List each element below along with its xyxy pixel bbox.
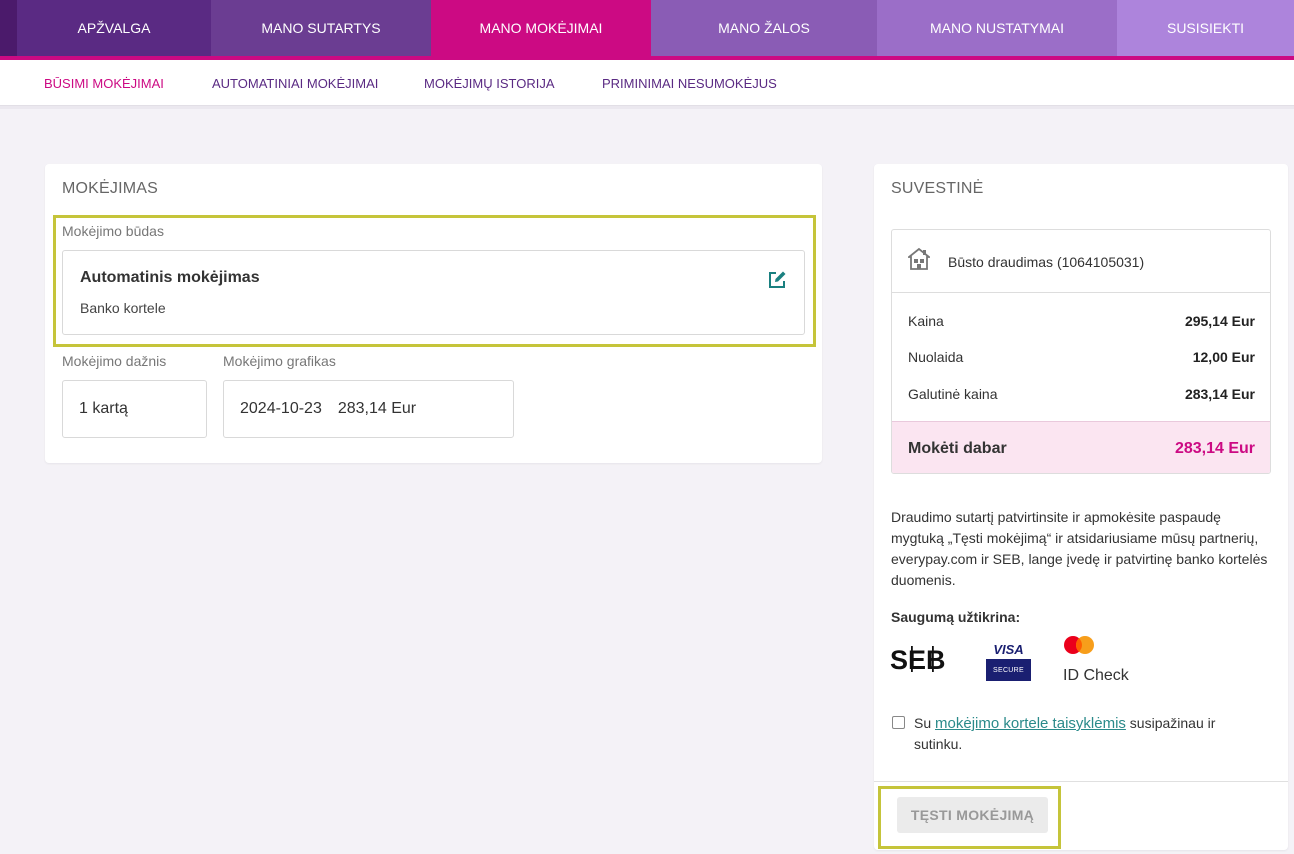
final-price-row: Galutinė kaina 283,14 Eur bbox=[908, 386, 1255, 402]
payment-method-box[interactable]: Automatinis mokėjimas Banko kortele bbox=[62, 250, 805, 335]
continue-payment-button[interactable]: TĘSTI MOKĖJIMĄ bbox=[897, 797, 1048, 833]
subtab-automatic-payments[interactable]: AUTOMATINIAI MOKĖJIMAI bbox=[212, 76, 378, 91]
final-price-label: Galutinė kaina bbox=[908, 386, 998, 402]
policy-name: Būsto draudimas (1064105031) bbox=[948, 254, 1145, 270]
nav-edge bbox=[0, 0, 17, 56]
pay-now-row: Mokėti dabar 283,14 Eur bbox=[892, 421, 1270, 473]
subtab-upcoming-payments[interactable]: BŪSIMI MOKĖJIMAI bbox=[44, 76, 164, 91]
sub-navigation: BŪSIMI MOKĖJIMAI AUTOMATINIAI MOKĖJIMAI … bbox=[0, 60, 1294, 106]
seb-logo: SEB bbox=[890, 645, 946, 674]
tab-my-payments[interactable]: MANO MOKĖJIMAI bbox=[431, 0, 651, 56]
method-label: Mokėjimo būdas bbox=[62, 223, 164, 239]
card-rules-link[interactable]: mokėjimo kortele taisyklėmis bbox=[935, 715, 1126, 732]
price-row: Kaina 295,14 Eur bbox=[908, 313, 1255, 329]
agree-prefix: Su bbox=[914, 715, 936, 731]
edit-icon[interactable] bbox=[766, 269, 788, 291]
price-label: Kaina bbox=[908, 313, 944, 329]
tab-overview[interactable]: APŽVALGA bbox=[17, 0, 211, 56]
tab-my-claims[interactable]: MANO ŽALOS bbox=[651, 0, 877, 56]
schedule-label: Mokėjimo grafikas bbox=[223, 353, 336, 369]
terms-checkbox[interactable] bbox=[892, 716, 905, 729]
discount-row: Nuolaida 12,00 Eur bbox=[908, 349, 1255, 365]
method-subtitle: Banko kortele bbox=[80, 300, 166, 316]
mastercard-icon bbox=[1064, 636, 1094, 654]
payment-info-text: Draudimo sutartį patvirtinsite ir apmokė… bbox=[891, 509, 1268, 588]
id-check-label: ID Check bbox=[1063, 667, 1129, 684]
subtab-payment-history[interactable]: MOKĖJIMŲ ISTORIJA bbox=[424, 76, 555, 91]
discount-label: Nuolaida bbox=[908, 349, 964, 365]
terms-agreement: Su mokėjimo kortele taisyklėmis susipaži… bbox=[914, 713, 1244, 755]
visa-secure-logo: VISA SECURE bbox=[986, 639, 1031, 681]
pay-now-value: 283,14 Eur bbox=[1174, 440, 1255, 457]
seb-logo-text: SEB bbox=[890, 645, 946, 674]
frequency-label: Mokėjimo dažnis bbox=[62, 353, 167, 369]
pay-now-label: Mokėti dabar bbox=[908, 440, 1007, 457]
subtab-payment-reminders[interactable]: PRIMINIMAI NESUMOKĖJUS bbox=[602, 76, 777, 91]
summary-box: Būsto draudimas (1064105031) Kaina 295,1… bbox=[891, 229, 1271, 474]
house-icon bbox=[908, 247, 930, 270]
security-title: Saugumą užtikrina: bbox=[891, 609, 1021, 625]
payment-title: MOKĖJIMAS bbox=[62, 180, 159, 197]
visa-text: VISA bbox=[993, 641, 1024, 657]
frequency-field[interactable]: 1 kartą bbox=[62, 380, 207, 438]
top-navigation: APŽVALGA MANO SUTARTYS MANO MOKĖJIMAI MA… bbox=[0, 0, 1294, 56]
footer-divider bbox=[874, 781, 1288, 782]
schedule-amount: 283,14 Eur bbox=[337, 400, 417, 417]
summary-card: SUVESTINĖ Būsto draudimas (1064105031) K… bbox=[874, 164, 1288, 850]
policy-header: Būsto draudimas (1064105031) bbox=[892, 230, 1270, 293]
tab-my-settings[interactable]: MANO NUSTATYMAI bbox=[877, 0, 1117, 56]
discount-value: 12,00 Eur bbox=[1192, 349, 1255, 365]
subnav-shadow bbox=[0, 106, 1294, 109]
tab-contact[interactable]: SUSISIEKTI bbox=[1117, 0, 1294, 56]
method-title: Automatinis mokėjimas bbox=[80, 269, 260, 286]
summary-title: SUVESTINĖ bbox=[891, 180, 984, 197]
final-price-value: 283,14 Eur bbox=[1184, 386, 1255, 402]
price-value: 295,14 Eur bbox=[1184, 313, 1255, 329]
schedule-date: 2024-10-23 bbox=[240, 400, 322, 417]
schedule-field[interactable]: 2024-10-23 283,14 Eur bbox=[223, 380, 514, 438]
tab-my-contracts[interactable]: MANO SUTARTYS bbox=[211, 0, 431, 56]
payment-card: MOKĖJIMAS Mokėjimo būdas Automatinis mok… bbox=[45, 164, 822, 463]
visa-secure-text: SECURE bbox=[986, 659, 1031, 681]
